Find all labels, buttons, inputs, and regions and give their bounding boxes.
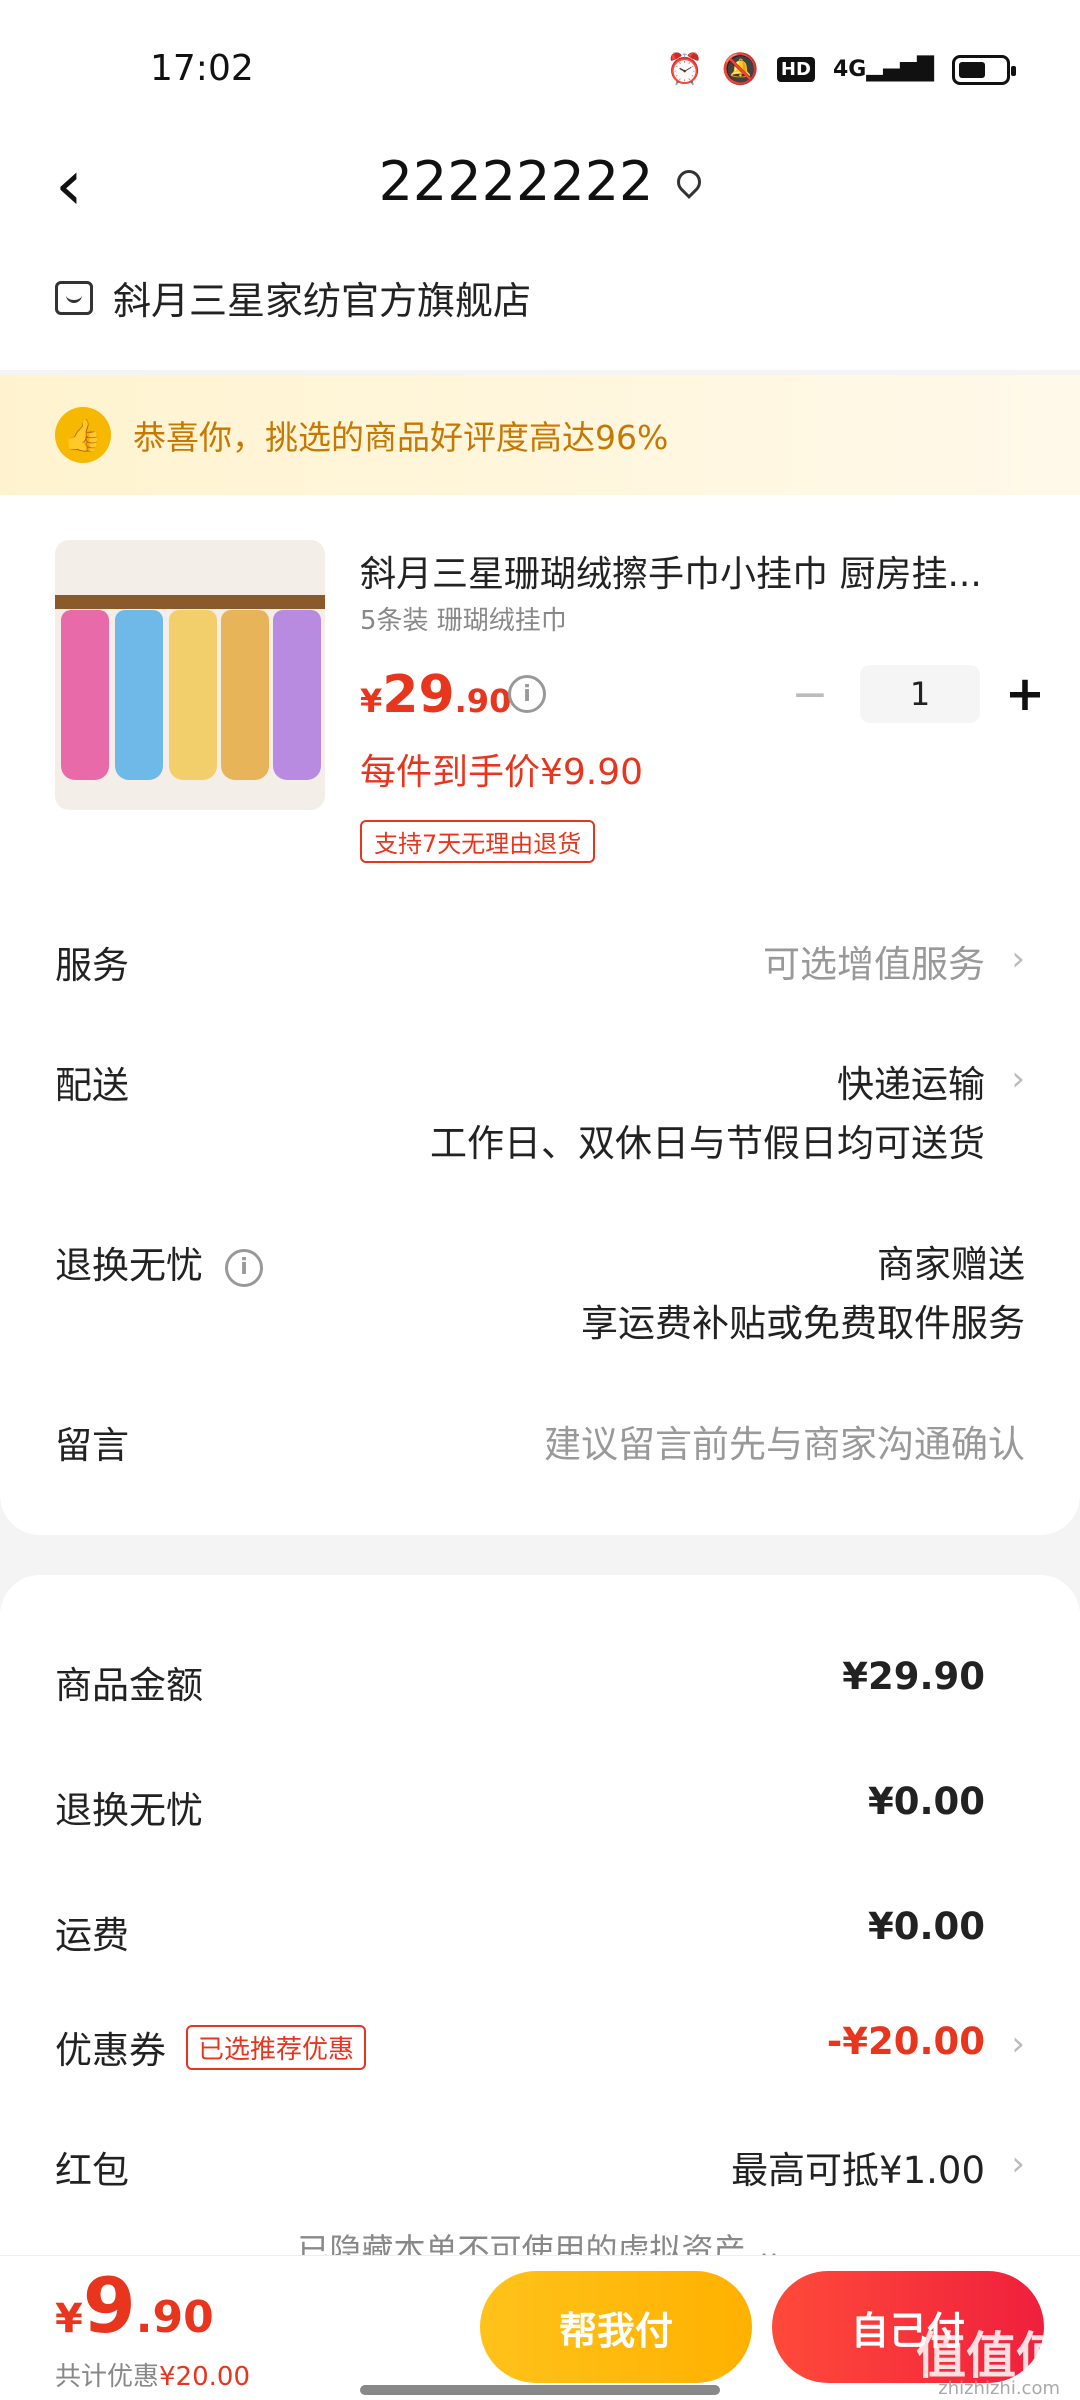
status-icons: ⏰ 🔕 HD 4G▂▄▆█ [666, 52, 1016, 87]
return-provider: 商家赠送 [877, 1243, 1025, 1286]
total-price: ¥ 9 .90 [55, 2261, 214, 2350]
towel-blue [115, 610, 163, 780]
product-image[interactable] [55, 540, 325, 810]
chevron-right-icon: › [1011, 2024, 1025, 2064]
return-fee-value: ¥0.00 [867, 1780, 985, 1823]
return-worry-free-row[interactable]: 退换无忧 i 商家赠送 享运费补贴或免费取件服务 [55, 1235, 1025, 1345]
towel-yellow [169, 610, 217, 780]
coupon-label-text: 优惠券 [55, 2029, 166, 2072]
rating-banner-text: 恭喜你，挑选的商品好评度高达96% [133, 418, 669, 457]
order-header: ‹ 22222222 斜月三星家纺官方旗舰店 [0, 120, 1080, 370]
total-discount-amount: ¥20.00 [159, 2362, 250, 2392]
return-policy-badge: 支持7天无理由退货 [360, 820, 596, 863]
total-decimal: .90 [135, 2292, 214, 2343]
store-row[interactable]: 斜月三星家纺官方旗舰店 [55, 270, 531, 325]
per-item-price: 每件到手价¥9.90 [360, 752, 644, 793]
return-info-icon[interactable]: i [225, 1248, 263, 1287]
return-worry-free-value: 商家赠送 享运费补贴或免费取件服务 [581, 1235, 1025, 1353]
checkout-bar: ¥ 9 .90 共计优惠¥20.00 帮我付 自己付 值值值 zhizhizhi… [0, 2255, 1080, 2400]
alarm-icon: ⏰ [666, 52, 704, 87]
location-pin-icon [672, 164, 707, 199]
total-discount: 共计优惠¥20.00 [55, 2356, 250, 2393]
towel-rod [55, 595, 325, 609]
battery-icon [952, 54, 1016, 85]
red-packet-value: 最高可抵¥1.00 [731, 2149, 985, 2192]
product-price: ¥ 29 .90 [360, 665, 511, 725]
price-info-icon[interactable]: i [508, 675, 546, 713]
delivery-row[interactable]: 配送 快递运输 工作日、双休日与节假日均可送货 › [55, 1055, 1025, 1165]
red-packet-label: 红包 [55, 2149, 129, 2192]
hd-icon: HD [776, 57, 815, 82]
status-bar: 17:02 ⏰ 🔕 HD 4G▂▄▆█ [0, 0, 1080, 120]
service-value: 可选增值服务 [763, 943, 985, 986]
status-time: 17:02 [150, 48, 254, 89]
product-name[interactable]: 斜月三星珊瑚绒擦手巾小挂巾 厨房挂... [360, 545, 1020, 597]
store-name: 斜月三星家纺官方旗舰店 [113, 279, 532, 323]
return-note: 享运费补贴或免费取件服务 [581, 1302, 1025, 1346]
return-worry-free-label: 退换无忧 i [55, 1235, 263, 1289]
price-integer: 29 [382, 665, 455, 725]
address-title[interactable]: 22222222 [0, 150, 1080, 213]
chevron-right-icon: › [1011, 1059, 1025, 1099]
address-title-text: 22222222 [378, 150, 654, 213]
service-label: 服务 [55, 944, 129, 987]
towel-orange [221, 610, 269, 780]
return-worry-free-text: 退换无忧 [55, 1244, 203, 1287]
coupon-label: 优惠券 已选推荐优惠 [55, 2020, 367, 2074]
coupon-recommended-badge: 已选推荐优惠 [186, 2024, 367, 2070]
delivery-note: 工作日、双休日与节假日均可送货 [430, 1122, 985, 1166]
mute-icon: 🔕 [721, 52, 759, 87]
return-fee-label: 退换无忧 [55, 1789, 203, 1832]
thumbs-up-icon: 👍 [55, 407, 111, 463]
signal-icon: 4G▂▄▆█ [832, 57, 934, 82]
coupon-value: -¥20.00 [826, 2020, 985, 2063]
shipping-value: ¥0.00 [867, 1905, 985, 1948]
chevron-right-icon: › [1011, 2144, 1025, 2184]
store-icon [55, 280, 93, 315]
goods-amount-value: ¥29.90 [842, 1655, 985, 1698]
goods-amount-label: 商品金额 [55, 1664, 203, 1707]
towel-purple [273, 610, 321, 780]
quantity-stepper: − 1 + [780, 665, 1050, 723]
chevron-right-icon: › [1011, 939, 1025, 979]
product-spec: 5条装 珊瑚绒挂巾 [360, 606, 567, 636]
service-row[interactable]: 服务 可选增值服务 › [55, 935, 1025, 995]
message-input[interactable]: 建议留言前先与商家沟通确认 [544, 1415, 1025, 1474]
decrease-button[interactable]: − [780, 669, 840, 720]
help-pay-button[interactable]: 帮我付 [480, 2271, 752, 2383]
towel-pink [61, 610, 109, 780]
delivery-method: 快递运输 [837, 1063, 985, 1106]
price-decimal: .90 [454, 682, 512, 720]
watermark-url: zhizhizhi.com [938, 2378, 1060, 2399]
delivery-value: 快递运输 工作日、双休日与节假日均可送货 [430, 1055, 985, 1173]
delivery-label: 配送 [55, 1064, 129, 1107]
shipping-label: 运费 [55, 1914, 129, 1957]
total-discount-label: 共计优惠 [55, 2362, 160, 2392]
total-integer: 9 [82, 2261, 136, 2350]
product-card: 斜月三星珊瑚绒擦手巾小挂巾 厨房挂... 5条装 珊瑚绒挂巾 ¥ 29 .90 … [0, 495, 1080, 1535]
message-row: 留言 建议留言前先与商家沟通确认 [55, 1415, 1025, 1475]
home-indicator[interactable] [360, 2385, 720, 2395]
total-currency: ¥ [55, 2296, 83, 2342]
message-label: 留言 [55, 1424, 129, 1467]
price-currency: ¥ [360, 682, 383, 720]
increase-button[interactable]: + [1000, 666, 1050, 722]
rating-banner: 👍 恭喜你，挑选的商品好评度高达96% [0, 375, 1080, 495]
quantity-value[interactable]: 1 [860, 665, 980, 723]
